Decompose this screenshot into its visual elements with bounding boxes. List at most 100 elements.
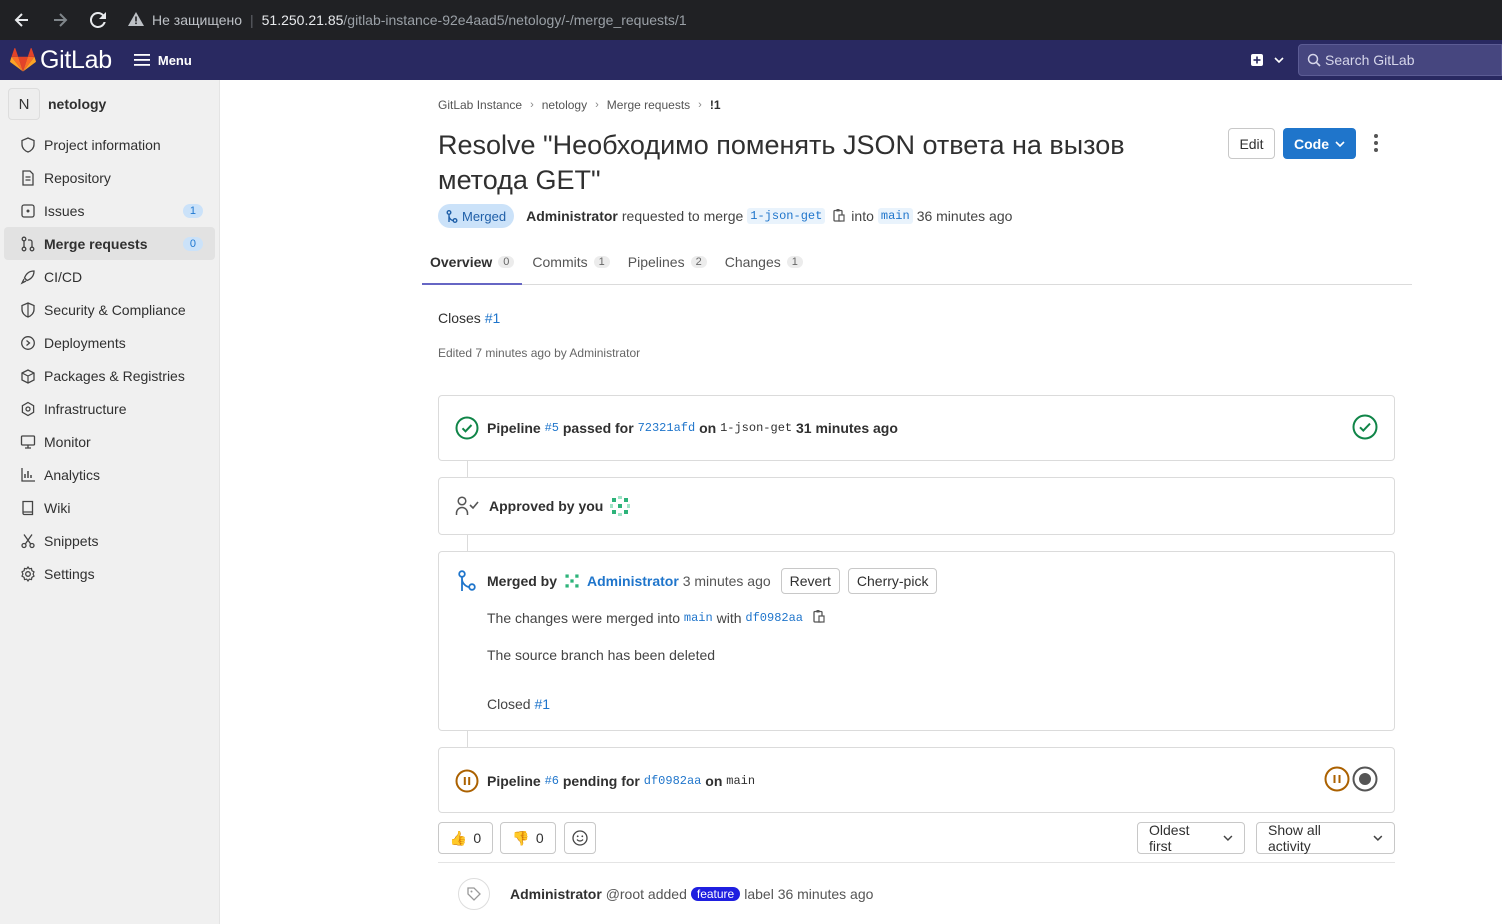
commit-link[interactable]: df0982aa (644, 774, 702, 788)
merge-icon (446, 209, 458, 223)
info-icon (20, 136, 36, 153)
commit-link[interactable]: df0982aa (745, 611, 803, 625)
breadcrumb-project[interactable]: netology (542, 98, 587, 112)
branch-name[interactable]: main (726, 774, 755, 788)
gitlab-logo[interactable]: GitLab (10, 46, 112, 75)
branch-name[interactable]: 1-json-get (720, 421, 792, 435)
menu-button[interactable]: Menu (133, 53, 192, 68)
approval-text: Approved by you (489, 498, 604, 514)
back-icon[interactable] (6, 4, 38, 36)
sidebar-item-wiki[interactable]: Wiki (4, 491, 215, 524)
thumbs-up-button[interactable]: 👍 0 (438, 822, 493, 854)
branch-link[interactable]: main (684, 611, 713, 625)
sidebar-item-packages-registries[interactable]: Packages & Registries (4, 359, 215, 392)
avatar[interactable] (609, 495, 631, 517)
sidebar-item-label: Infrastructure (44, 400, 127, 417)
reactions-bar: 👍 0 👎 0 Oldest first Show all activity (438, 822, 1395, 862)
into-text: into (851, 208, 874, 224)
commit-link[interactable]: 72321afd (638, 421, 696, 435)
copy-icon[interactable] (813, 609, 825, 626)
code-label: Code (1294, 135, 1329, 152)
sidebar-item-ci-cd[interactable]: CI/CD (4, 260, 215, 293)
sidebar-item-label: CI/CD (44, 268, 83, 285)
issue-link[interactable]: #1 (485, 310, 501, 326)
status-pending-icon[interactable] (455, 769, 479, 793)
sidebar-project-header[interactable]: N netology (0, 80, 219, 128)
sidebar-item-infrastructure[interactable]: Infrastructure (4, 392, 215, 425)
activity-user[interactable]: Administrator (510, 886, 602, 902)
mr-meta: Merged Administrator requested to merge … (438, 204, 1012, 228)
stage-pending-icon[interactable] (1324, 766, 1350, 792)
new-dropdown-button[interactable] (1250, 53, 1284, 67)
thumbs-down-count: 0 (535, 830, 544, 846)
status-badge: Merged (438, 204, 515, 228)
sidebar-item-repository[interactable]: Repository (4, 161, 215, 194)
count-badge: 0 (182, 236, 203, 251)
sidebar-nav: Project information Repository Issues 1 Merg… (0, 128, 219, 590)
stage-success-icon[interactable] (1352, 414, 1378, 440)
project-name: netology (48, 96, 107, 112)
sidebar-item-issues[interactable]: Issues 1 (4, 194, 215, 227)
activity-filter-dropdown[interactable]: Show all activity (1256, 822, 1395, 854)
copy-icon[interactable] (833, 208, 845, 225)
on-text: on (699, 420, 717, 436)
project-avatar: N (8, 88, 40, 120)
tab-changes[interactable]: Changes 1 (717, 240, 811, 284)
code-dropdown-button[interactable]: Code (1283, 128, 1356, 159)
add-reaction-button[interactable] (564, 822, 596, 854)
tab-overview[interactable]: Overview 0 (422, 240, 523, 285)
sidebar-item-monitor[interactable]: Monitor (4, 425, 215, 458)
sidebar-item-label: Analytics (44, 466, 101, 483)
tab-pipelines[interactable]: Pipelines 2 (620, 240, 715, 284)
sidebar-item-analytics[interactable]: Analytics (4, 458, 215, 491)
sidebar-item-merge-requests[interactable]: Merge requests 0 (4, 227, 215, 260)
issue-link[interactable]: #1 (534, 696, 550, 712)
cherry-pick-button[interactable]: Cherry-pick (847, 568, 938, 594)
sidebar-item-settings[interactable]: Settings (4, 557, 215, 590)
closed-text: Closed (487, 696, 531, 712)
merge-icon (457, 570, 477, 592)
reload-icon[interactable] (82, 4, 114, 36)
sidebar-item-security-compliance[interactable]: Security & Compliance (4, 293, 215, 326)
sidebar-item-snippets[interactable]: Snippets (4, 524, 215, 557)
activity-handle[interactable]: @root (606, 886, 644, 902)
chevron-right-icon: › (698, 99, 702, 111)
sidebar-item-label: Repository (44, 169, 111, 186)
mr-author[interactable]: Administrator (526, 208, 618, 224)
gear-icon (20, 565, 36, 582)
tab-label: Commits (532, 254, 588, 270)
tab-commits[interactable]: Commits 1 (524, 240, 617, 284)
thumbs-down-button[interactable]: 👎 0 (500, 822, 556, 854)
breadcrumb-merge-requests[interactable]: Merge requests (607, 98, 690, 112)
sort-dropdown[interactable]: Oldest first (1137, 822, 1245, 854)
forward-icon[interactable] (44, 4, 76, 36)
mr-tabs: Overview 0 Commits 1 Pipelines 2 Changes… (422, 240, 1412, 285)
tab-count: 0 (498, 255, 515, 268)
merged-by-text: Merged by (487, 573, 558, 589)
more-actions-icon[interactable] (1374, 134, 1378, 155)
pipeline-id-link[interactable]: #5 (545, 421, 559, 435)
tab-label: Pipelines (627, 254, 685, 270)
address-bar[interactable]: Не защищено | 51.250.21.85 /gitlab-insta… (128, 5, 1494, 35)
status-success-icon[interactable] (455, 416, 479, 440)
breadcrumb-mr[interactable]: !1 (710, 98, 721, 112)
sidebar-item-deployments[interactable]: Deployments (4, 326, 215, 359)
sidebar-item-project-information[interactable]: Project information (4, 128, 215, 161)
pipeline-id-link[interactable]: #6 (545, 774, 559, 788)
tab-label: Changes (724, 254, 781, 270)
book-icon (20, 500, 36, 516)
stage-created-icon[interactable] (1352, 766, 1378, 792)
revert-button[interactable]: Revert (780, 568, 840, 594)
source-branch[interactable]: 1-json-get (747, 208, 826, 224)
edit-button[interactable]: Edit (1228, 128, 1275, 159)
count-badge: 1 (182, 203, 203, 218)
search-input[interactable]: Search GitLab (1298, 44, 1502, 76)
avatar[interactable] (563, 572, 581, 590)
target-branch[interactable]: main (877, 208, 913, 224)
feature-label[interactable]: feature (690, 887, 741, 901)
sidebar-item-label: Settings (44, 565, 95, 582)
package-icon (20, 368, 36, 384)
merge-user-link[interactable]: Administrator (587, 573, 679, 589)
breadcrumb: GitLab Instance › netology › Merge reque… (438, 98, 721, 112)
breadcrumb-instance[interactable]: GitLab Instance (438, 98, 522, 112)
